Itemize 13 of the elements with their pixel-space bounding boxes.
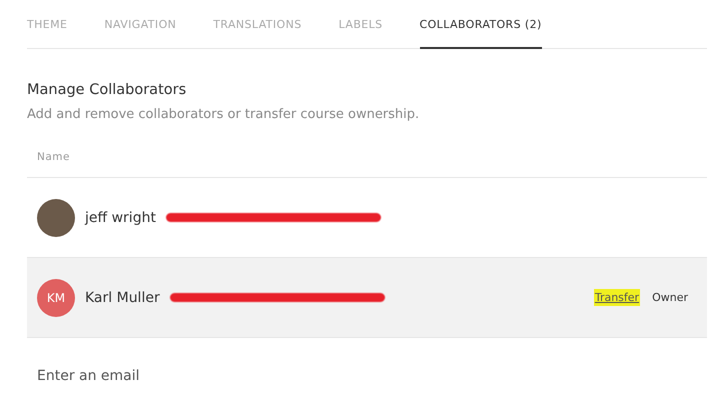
transfer-link[interactable]: Transfer [594,289,640,306]
tab[interactable]: LABELS [338,0,383,49]
tab[interactable]: THEME [27,0,68,49]
avatar-photo-placeholder [37,198,75,236]
tab[interactable]: TRANSLATIONS [213,0,302,49]
collaborator-name: Karl Muller [85,290,160,306]
section-title: Manage Collaborators [27,82,188,98]
role-label: Owner [652,291,688,304]
avatar-initials: KM [37,278,75,316]
collaborator-name: jeff wright [85,210,156,226]
section-description: Add and remove collaborators or transfer course ownership. [27,107,420,122]
tab[interactable]: COLLABORATORS (2) [420,0,542,49]
tab[interactable]: NAVIGATION [104,0,176,49]
